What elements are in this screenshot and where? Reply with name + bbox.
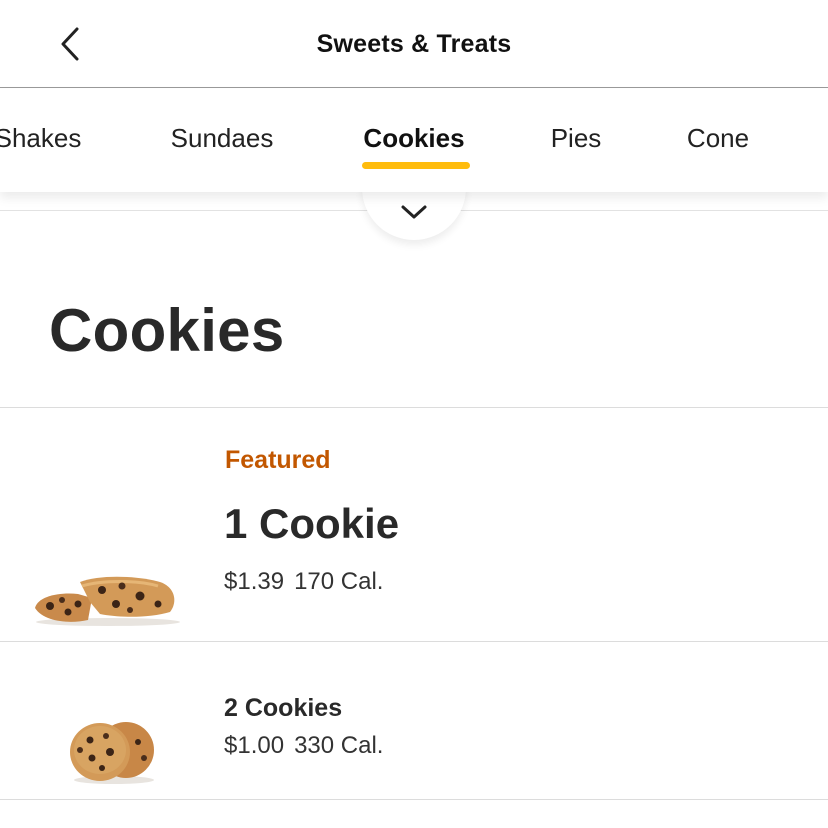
item-price: $1.39 [224,568,285,595]
item-calories: 170 Cal. [294,568,384,595]
tab-cone[interactable]: Cone [687,123,749,154]
item-name: 1 Cookie [224,500,400,547]
broken-cookie-image [35,576,180,626]
item-meta: $1.00 330 Cal. [224,732,383,760]
tab-sundaes[interactable]: Sundaes [171,123,274,154]
item-meta: $1.39 170 Cal. [224,568,383,596]
featured-badge: Featured [225,446,331,474]
active-tab-indicator [362,162,470,169]
section-title: Cookies [49,297,285,364]
item-calories: 330 Cal. [294,732,384,759]
page-title: Sweets & Treats [316,30,512,58]
list-item[interactable]: Featured 1 Cookie $1.39 170 Cal. [0,408,828,641]
chevron-down-icon [401,205,427,219]
item-name: 2 Cookies [224,694,343,722]
tab-cookies[interactable]: Cookies [363,123,464,154]
two-cookies-image [70,722,154,784]
divider [0,799,828,800]
item-price: $1.00 [224,732,285,759]
list-item[interactable]: 2 Cookies $1.00 330 Cal. [0,642,828,799]
category-tabs: Shakes Sundaes Cookies Pies Cone [0,89,828,192]
tab-pies[interactable]: Pies [551,123,602,154]
top-app-bar: Sweets & Treats [0,0,828,88]
tab-shakes[interactable]: Shakes [0,123,81,154]
